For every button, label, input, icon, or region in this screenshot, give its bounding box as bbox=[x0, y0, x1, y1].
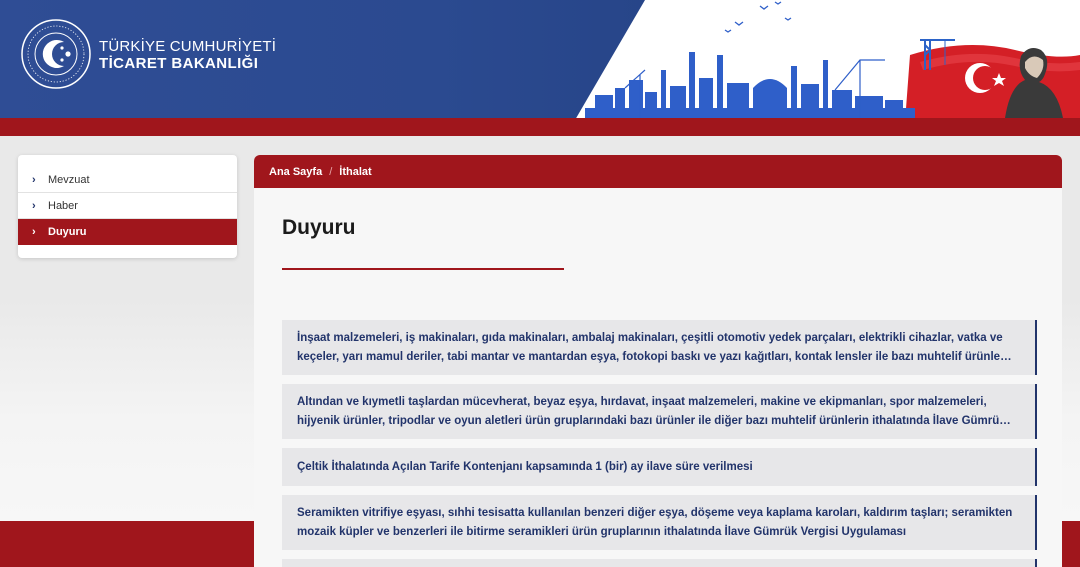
sidebar-item-mevzuat[interactable]: › Mevzuat bbox=[18, 167, 237, 193]
site-header: TÜRKİYE CUMHURİYETİ TİCARET BAKANLIĞI bbox=[0, 0, 1080, 120]
brand-line-1: TÜRKİYE CUMHURİYETİ bbox=[99, 38, 277, 55]
chevron-right-icon: › bbox=[32, 226, 36, 238]
announcement-list: İnşaat malzemeleri, iş makinaları, gıda … bbox=[282, 320, 1037, 567]
announcement-item[interactable]: Çeltik İthalatında Açılan Tarife Kontenj… bbox=[282, 448, 1037, 486]
sidebar-item-haber[interactable]: › Haber bbox=[18, 193, 237, 219]
announcement-title: Altından ve kıymetli taşlardan mücevhera… bbox=[297, 395, 1006, 427]
page-title: Duyuru bbox=[282, 216, 356, 239]
sidebar-item-label: Haber bbox=[48, 199, 78, 212]
breadcrumb: Ana Sayfa / İthalat bbox=[254, 155, 1062, 188]
sidebar-nav: › Mevzuat › Haber › Duyuru bbox=[18, 155, 237, 258]
announcement-title: İnşaat malzemeleri, iş makinaları, gıda … bbox=[297, 331, 1015, 363]
sidebar-item-duyuru[interactable]: › Duyuru bbox=[18, 219, 237, 245]
breadcrumb-home-link[interactable]: Ana Sayfa bbox=[269, 166, 322, 178]
announcement-item[interactable]: İnşaat malzemeleri, iş makinaları, gıda … bbox=[282, 320, 1037, 375]
announcement-title: Seramikten vitrifiye eşyası, sıhhi tesis… bbox=[297, 506, 1013, 538]
chevron-right-icon: › bbox=[32, 173, 36, 186]
chevron-right-icon: › bbox=[32, 199, 36, 212]
header-red-band bbox=[0, 118, 1080, 136]
main-content: Ana Sayfa / İthalat Duyuru İnşaat malzem… bbox=[254, 155, 1062, 567]
breadcrumb-current-link[interactable]: İthalat bbox=[339, 166, 371, 178]
announcement-item[interactable]: Seramikten vitrifiye eşyası, sıhhi tesis… bbox=[282, 495, 1037, 550]
announcement-item[interactable]: Altından ve kıymetli taşlardan mücevhera… bbox=[282, 384, 1037, 439]
brand-name[interactable]: TÜRKİYE CUMHURİYETİ TİCARET BAKANLIĞI bbox=[99, 38, 276, 72]
announcement-title: Çeltik İthalatında Açılan Tarife Kontenj… bbox=[297, 460, 753, 473]
breadcrumb-separator: / bbox=[329, 165, 333, 178]
sidebar-item-label: Duyuru bbox=[48, 226, 87, 238]
sidebar-item-label: Mevzuat bbox=[48, 173, 90, 186]
title-underline bbox=[282, 268, 564, 270]
brand-line-2: TİCARET BAKANLIĞI bbox=[99, 55, 259, 72]
ministry-emblem-icon[interactable] bbox=[20, 18, 92, 90]
industrial-skyline-flag-icon bbox=[585, 1, 1080, 120]
announcement-item[interactable] bbox=[282, 559, 1037, 567]
